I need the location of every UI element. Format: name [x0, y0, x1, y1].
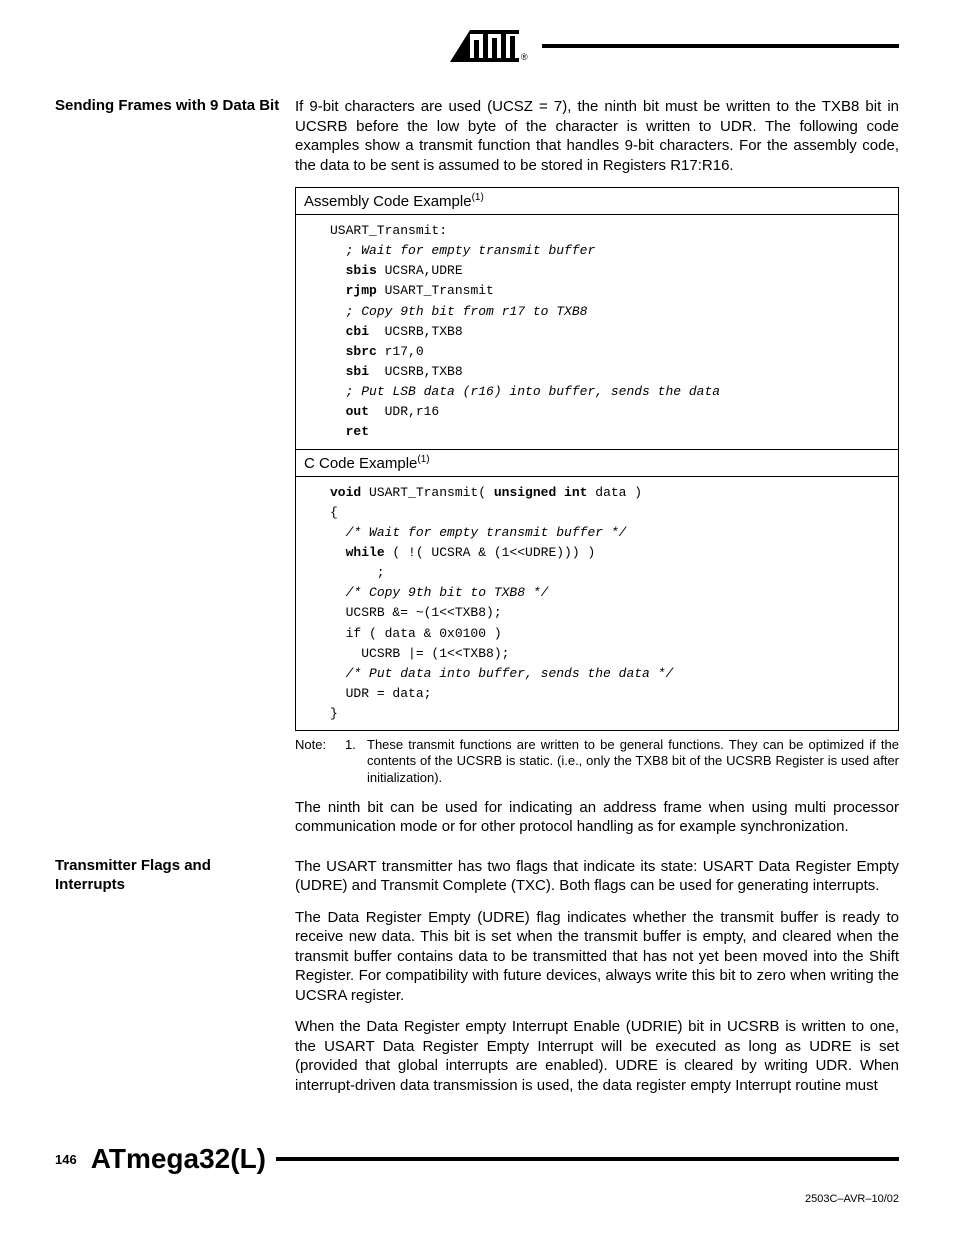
section-heading-flags: Transmitter Flags and Interrupts: [55, 857, 285, 895]
atmel-logo: ®: [450, 30, 528, 62]
doc-title: ATmega32(L): [91, 1143, 266, 1175]
page-footer: 146 ATmega32(L) 2503C–AVR–10/02: [55, 1143, 899, 1205]
assembly-code-box: Assembly Code Example(1) USART_Transmit:…: [295, 187, 899, 731]
c-title: C Code Example(1): [296, 449, 898, 477]
page-number: 146: [55, 1152, 77, 1167]
assembly-code: USART_Transmit: ; Wait for empty transmi…: [296, 215, 898, 449]
note-label: Note:: [295, 737, 345, 786]
flags-para2: The Data Register Empty (UDRE) flag indi…: [295, 908, 899, 1006]
page-header: ®: [450, 30, 899, 62]
note: Note: 1. These transmit functions are wr…: [295, 737, 899, 786]
note-text: These transmit functions are written to …: [367, 737, 899, 786]
doc-id: 2503C–AVR–10/02: [55, 1193, 899, 1205]
assembly-title: Assembly Code Example(1): [296, 188, 898, 215]
intro-paragraph: If 9-bit characters are used (UCSZ = 7),…: [295, 97, 899, 175]
c-code: void USART_Transmit( unsigned int data )…: [296, 477, 898, 731]
footer-rule: [276, 1157, 899, 1161]
section-heading-9bit: Sending Frames with 9 Data Bit: [55, 97, 285, 116]
header-rule: [542, 44, 899, 48]
note-number: 1.: [345, 737, 367, 786]
ninth-bit-paragraph: The ninth bit can be used for indicating…: [295, 798, 899, 837]
flags-para1: The USART transmitter has two flags that…: [295, 857, 899, 896]
flags-para3: When the Data Register empty Interrupt E…: [295, 1017, 899, 1095]
